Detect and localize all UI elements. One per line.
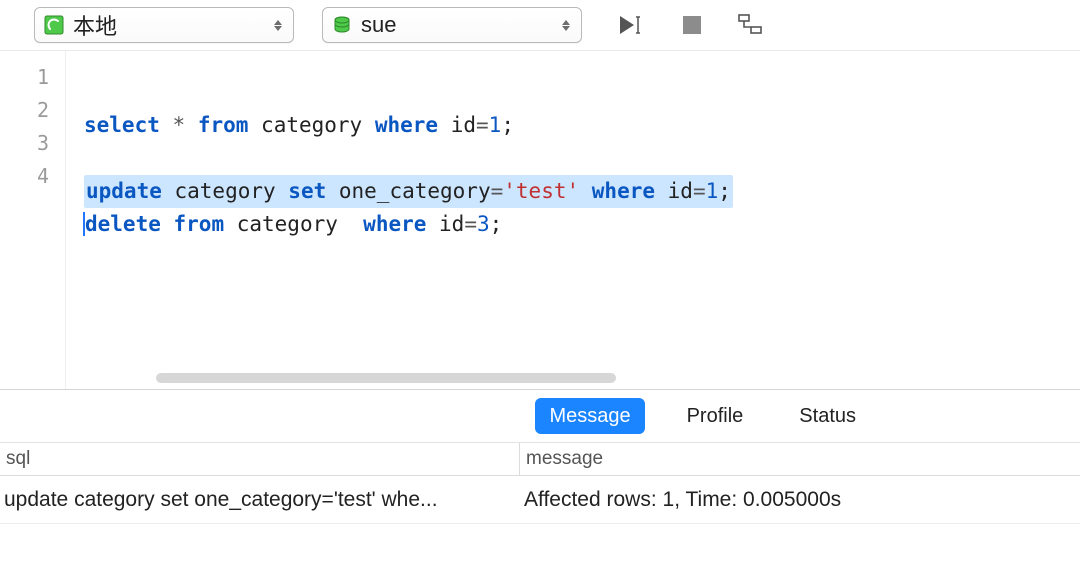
database-icon xyxy=(331,14,353,36)
line-number: 4 xyxy=(0,160,65,193)
tab-message[interactable]: Message xyxy=(535,398,644,434)
chevron-icon xyxy=(559,20,573,31)
result-cell-message: Affected rows: 1, Time: 0.005000s xyxy=(520,476,1080,523)
code-line[interactable]: update category set one_category='test' … xyxy=(84,175,1080,208)
line-number: 2 xyxy=(0,94,65,127)
line-gutter: 1234 xyxy=(0,51,66,389)
tab-profile[interactable]: Profile xyxy=(673,398,758,434)
result-header: sql message xyxy=(0,442,1080,476)
line-number: 3 xyxy=(0,127,65,160)
tab-status[interactable]: Status xyxy=(785,398,870,434)
result-row[interactable]: update category set one_category='test' … xyxy=(0,476,1080,524)
result-header-message: message xyxy=(520,443,1080,475)
chevron-icon xyxy=(271,20,285,31)
code-line[interactable]: delete from category where id=3; xyxy=(84,208,1080,241)
schema-label: sue xyxy=(361,12,559,38)
result-body: update category set one_category='test' … xyxy=(0,476,1080,524)
toolbar: 本地 sue xyxy=(0,0,1080,50)
code-line[interactable]: select * from category where id=1; xyxy=(84,109,1080,142)
connection-label: 本地 xyxy=(73,9,271,41)
toolbar-actions xyxy=(618,9,766,41)
stop-button[interactable] xyxy=(676,9,708,41)
result-tabs: Message Profile Status xyxy=(0,390,1080,442)
schema-select[interactable]: sue xyxy=(322,7,582,43)
line-number: 1 xyxy=(0,61,65,94)
result-header-sql: sql xyxy=(0,443,520,475)
run-at-cursor-button[interactable] xyxy=(618,9,650,41)
connection-select[interactable]: 本地 xyxy=(34,7,294,43)
horizontal-scrollbar[interactable] xyxy=(156,373,616,383)
code-line[interactable] xyxy=(84,142,1080,175)
explain-button[interactable] xyxy=(734,9,766,41)
connection-icon xyxy=(43,14,65,36)
code-area[interactable]: select * from category where id=1; update… xyxy=(66,51,1080,389)
sql-editor[interactable]: 1234 select * from category where id=1; u… xyxy=(0,50,1080,390)
result-cell-sql: update category set one_category='test' … xyxy=(0,476,520,523)
